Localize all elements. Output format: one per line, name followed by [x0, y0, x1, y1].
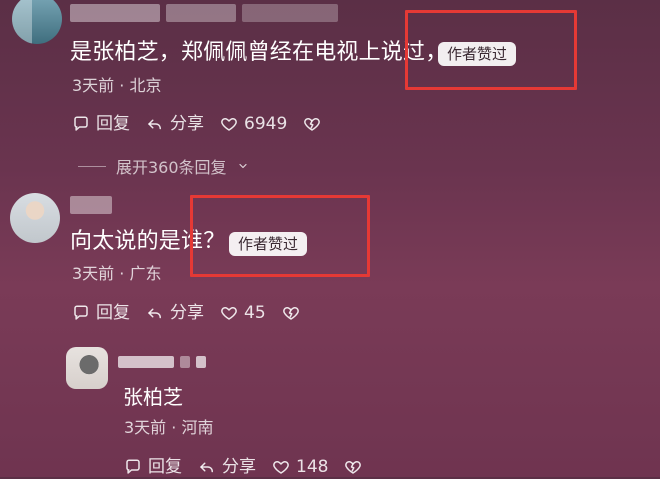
reply-button[interactable]: 回复 [124, 455, 182, 479]
comment-actions: 回复 分享 45 [72, 301, 300, 325]
reply-label: 回复 [96, 303, 130, 323]
like-count: 6949 [244, 114, 288, 134]
like-count: 148 [296, 457, 329, 477]
share-label: 分享 [222, 457, 256, 477]
like-button[interactable]: 6949 [220, 112, 287, 136]
highlight-box [405, 10, 577, 90]
heart-icon [220, 304, 238, 322]
expand-divider [78, 165, 106, 167]
comment-bubble-icon [124, 458, 142, 476]
share-label: 分享 [170, 114, 204, 134]
like-button[interactable]: 148 [272, 455, 328, 479]
comment-bubble-icon [72, 304, 90, 322]
username-obscured [118, 353, 206, 371]
expand-label: 展开360条回复 [116, 158, 227, 177]
highlight-box [190, 195, 370, 277]
reply-text: 张柏芝 [123, 385, 183, 409]
username-obscured [70, 4, 338, 22]
broken-heart-icon [303, 115, 321, 133]
share-arrow-icon [146, 304, 164, 322]
reply-label: 回复 [148, 457, 182, 477]
heart-icon [220, 115, 238, 133]
avatar[interactable] [12, 0, 62, 44]
reply-label: 回复 [96, 114, 130, 134]
comment-text: 是张柏芝，郑佩佩曾经在电视上说过， [70, 40, 448, 65]
dislike-button[interactable] [282, 304, 300, 322]
reply-button[interactable]: 回复 [72, 301, 130, 325]
comment-actions: 回复 分享 6949 [72, 112, 321, 136]
comment-meta: 3天前 · 广东 [72, 264, 162, 283]
like-button[interactable]: 45 [220, 301, 266, 325]
comment-meta: 3天前 · 北京 [72, 76, 162, 95]
like-count: 45 [244, 303, 266, 323]
share-button[interactable]: 分享 [146, 112, 204, 136]
dislike-button[interactable] [344, 458, 362, 476]
comment-bubble-icon [72, 115, 90, 133]
share-arrow-icon [198, 458, 216, 476]
avatar[interactable] [66, 347, 108, 389]
reply-button[interactable]: 回复 [72, 112, 130, 136]
dislike-button[interactable] [303, 115, 321, 133]
username-obscured [70, 196, 112, 214]
share-button[interactable]: 分享 [146, 301, 204, 325]
chevron-down-icon [237, 160, 249, 172]
broken-heart-icon [344, 458, 362, 476]
avatar[interactable] [10, 193, 60, 243]
share-label: 分享 [170, 303, 204, 323]
heart-icon [272, 458, 290, 476]
share-arrow-icon [146, 115, 164, 133]
expand-replies[interactable]: 展开360条回复 [78, 154, 249, 178]
share-button[interactable]: 分享 [198, 455, 256, 479]
broken-heart-icon [282, 304, 300, 322]
reply-actions: 回复 分享 148 [124, 455, 362, 479]
reply-meta: 3天前 · 河南 [124, 418, 214, 437]
